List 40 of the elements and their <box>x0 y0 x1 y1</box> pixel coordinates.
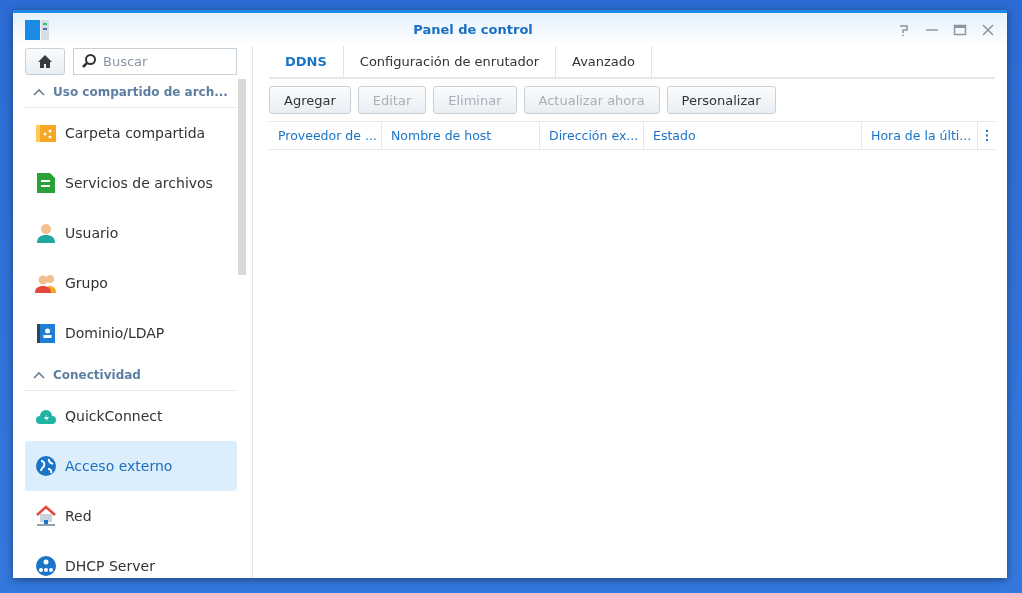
column-header[interactable]: Estado <box>644 122 862 149</box>
column-header[interactable]: Proveedor de ... <box>269 122 382 149</box>
group-header[interactable]: Conectividad <box>53 368 141 382</box>
maximize-icon[interactable] <box>953 22 967 37</box>
tab[interactable]: Configuración de enrutador <box>343 46 556 77</box>
tab[interactable]: Avanzado <box>556 46 653 77</box>
collapse-icon[interactable] <box>33 371 45 379</box>
column-header[interactable]: Dirección ex... <box>540 122 644 149</box>
window-title: Panel de control <box>412 22 534 37</box>
sidebar-item[interactable]: DHCP Server <box>25 541 237 578</box>
group-icon <box>35 272 57 294</box>
collapse-icon[interactable] <box>33 88 45 96</box>
folder-icon <box>35 122 57 144</box>
home-button[interactable] <box>25 48 65 75</box>
help-icon[interactable] <box>897 22 911 37</box>
sidebar-item[interactable]: QuickConnect <box>25 391 237 441</box>
group-header[interactable]: Uso compartido de arch... <box>53 85 228 99</box>
sidebar-item[interactable]: Usuario <box>25 208 237 258</box>
toolbar-button[interactable]: Agregar <box>269 86 351 114</box>
close-icon[interactable] <box>981 22 995 37</box>
sidebar-item[interactable]: Servicios de archivos <box>25 158 237 208</box>
search-field[interactable]: Buscar <box>73 48 237 75</box>
sidebar-item[interactable]: Dominio/LDAP <box>25 308 237 358</box>
sidebar-item[interactable]: Carpeta compartida <box>25 108 237 158</box>
column-header[interactable]: Hora de la últi... <box>862 122 978 149</box>
user-icon <box>35 222 57 244</box>
sidebar-item[interactable]: Red <box>25 491 237 541</box>
toolbar-button[interactable]: Personalizar <box>666 86 776 114</box>
home-icon <box>37 54 53 69</box>
column-header[interactable]: Nombre de host <box>382 122 540 149</box>
id-card-icon <box>35 322 57 344</box>
house-network-icon <box>35 505 57 527</box>
app-logo-icon <box>25 18 49 41</box>
tab[interactable]: DDNS <box>269 46 344 77</box>
globe-icon <box>35 455 57 477</box>
more-icon[interactable] <box>984 130 989 141</box>
search-icon <box>81 53 97 69</box>
sidebar-item[interactable]: Acceso externo <box>25 441 237 491</box>
sidebar-item[interactable]: Grupo <box>25 258 237 308</box>
scrollbar[interactable] <box>238 79 246 275</box>
